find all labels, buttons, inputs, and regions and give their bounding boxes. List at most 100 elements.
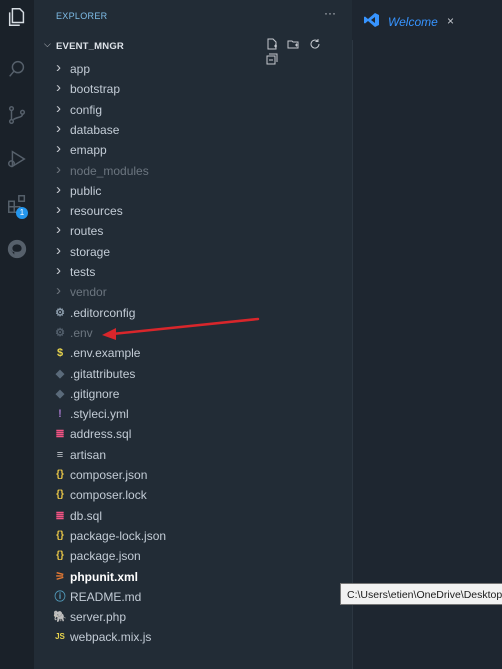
github-icon[interactable] (6, 238, 28, 260)
tree-item-label: package.json (70, 549, 141, 564)
tree-item-label: artisan (70, 447, 107, 462)
tree-file[interactable]: ⚙ .editorconfig (34, 303, 352, 323)
braces-icon: {} (56, 529, 64, 541)
braces-icon: {} (56, 489, 64, 501)
tree-folder[interactable]: › config (34, 100, 352, 120)
chevron-right-icon: › (56, 119, 61, 137)
tree-item-label: webpack.mix.js (70, 630, 152, 645)
refresh-icon[interactable] (309, 38, 321, 50)
tree-file[interactable]: {} package-lock.json (34, 526, 352, 546)
tree-item-label: server.php (70, 610, 127, 625)
tree-file[interactable]: ≡ artisan (34, 445, 352, 465)
tree-file[interactable]: {} composer.json (34, 465, 352, 485)
tree-file[interactable]: {} composer.lock (34, 485, 352, 505)
tree-item-label: tests (70, 265, 96, 279)
tree-folder[interactable]: › node_modules (34, 161, 352, 181)
chevron-right-icon: › (56, 59, 61, 76)
tree-item-label: bootstrap (70, 82, 121, 97)
tree-item-label: database (70, 122, 120, 137)
tree-item-label: .gitignore (70, 386, 120, 401)
tree-file[interactable]: $ .env.example (34, 343, 352, 363)
tab-welcome[interactable]: Welcome × (352, 0, 472, 40)
tree-item-label: phpunit.xml (70, 569, 138, 584)
run-debug-icon[interactable] (6, 148, 28, 170)
explorer-title: EXPLORER (56, 11, 108, 21)
path-tooltip: C:\Users\etien\OneDrive\Desktop (340, 583, 502, 605)
tree-folder[interactable]: › bootstrap (34, 79, 352, 99)
gear-icon: ⚙ (55, 306, 65, 319)
chevron-right-icon: › (56, 140, 61, 158)
tree-item-label: db.sql (70, 508, 103, 523)
search-icon[interactable] (6, 58, 28, 80)
tree-file[interactable]: ⓘ README.md (34, 587, 352, 607)
chevron-down-icon: ⌵ (44, 39, 51, 49)
tree-item-label: app (70, 62, 91, 76)
tree-item-label: public (70, 183, 102, 198)
tree-folder[interactable]: › app (34, 59, 352, 79)
braces-icon: {} (56, 469, 64, 480)
tree-item-label: storage (70, 244, 111, 259)
git-diamond-icon: ◆ (55, 387, 65, 400)
database-icon: ≣ (55, 509, 65, 522)
tree-file[interactable]: ◆ .gitignore (34, 384, 352, 404)
project-name: EVENT_MNGR (56, 41, 124, 52)
tree-item-label: address.sql (70, 427, 132, 442)
tree-file[interactable]: ⚙ .env (34, 323, 352, 343)
tree-file[interactable]: ⚞ phpunit.xml (34, 567, 352, 587)
rss-icon: ⚞ (55, 570, 65, 583)
exclamation-icon: ! (58, 408, 62, 421)
tree-file[interactable]: JS webpack.mix.js (34, 627, 352, 647)
tree-folder[interactable]: › vendor (34, 282, 352, 302)
js-icon: JS (55, 632, 65, 642)
tree-item-label: vendor (70, 285, 107, 300)
tree-item-label: .env (70, 325, 93, 340)
tree-folder[interactable]: › public (34, 181, 352, 201)
tab-label: Welcome (388, 15, 438, 29)
tree-folder[interactable]: › routes (34, 221, 352, 241)
tree-folder[interactable]: › storage (34, 242, 352, 262)
chevron-right-icon: › (56, 262, 61, 279)
tab-close-button[interactable]: × (447, 14, 454, 28)
tree-item-label: emapp (70, 143, 107, 158)
git-diamond-icon: ◆ (55, 367, 65, 380)
braces-icon: {} (56, 550, 64, 562)
tree-item-label: node_modules (70, 163, 149, 178)
chevron-right-icon: › (56, 180, 61, 198)
explorer-sidebar: EXPLORER ··· ⌵ EVENT_MNGR › app › bootstrap… (34, 0, 352, 669)
new-folder-icon[interactable] (287, 38, 299, 50)
chevron-right-icon: › (56, 241, 61, 259)
chevron-right-icon: › (56, 160, 61, 178)
tree-item-label: .env.example (70, 346, 141, 361)
info-icon: ⓘ (54, 590, 66, 603)
extensions-badge: 1 (16, 207, 28, 219)
gear-icon: ⚙ (55, 326, 65, 339)
tree-folder[interactable]: › database (34, 120, 352, 140)
tree-item-label: composer.json (70, 468, 148, 482)
tree-folder[interactable]: › resources (34, 201, 352, 221)
database-icon: ≣ (55, 428, 65, 441)
tree-folder[interactable]: › tests (34, 262, 352, 282)
tree-item-label: .styleci.yml (70, 407, 129, 422)
chevron-right-icon: › (56, 201, 61, 219)
chevron-right-icon: › (56, 99, 61, 117)
new-file-icon[interactable] (266, 38, 278, 50)
more-actions-button[interactable]: ··· (324, 6, 336, 20)
tree-file[interactable]: ! .styleci.yml (34, 404, 352, 424)
project-folder-header[interactable]: ⌵ EVENT_MNGR (42, 36, 347, 65)
tree-file[interactable]: 🐘 server.php (34, 607, 352, 627)
source-control-icon[interactable] (6, 104, 28, 126)
sidebar-divider (352, 0, 353, 669)
tree-item-label: package-lock.json (70, 528, 167, 543)
tree-file[interactable]: ≣ address.sql (34, 424, 352, 444)
tree-item-label: .editorconfig (70, 305, 136, 320)
tree-file[interactable]: ≣ db.sql (34, 506, 352, 526)
dollar-icon: $ (56, 347, 64, 360)
elephant-icon: 🐘 (53, 611, 67, 624)
explorer-icon[interactable] (6, 6, 28, 28)
tree-file[interactable]: {} package.json (34, 546, 352, 566)
tree-file[interactable]: ◆ .gitattributes (34, 364, 352, 384)
lines-icon: ≡ (56, 448, 64, 461)
tree-item-label: config (70, 102, 103, 117)
tree-folder[interactable]: › emapp (34, 140, 352, 160)
tree-item-label: .gitattributes (70, 366, 136, 381)
